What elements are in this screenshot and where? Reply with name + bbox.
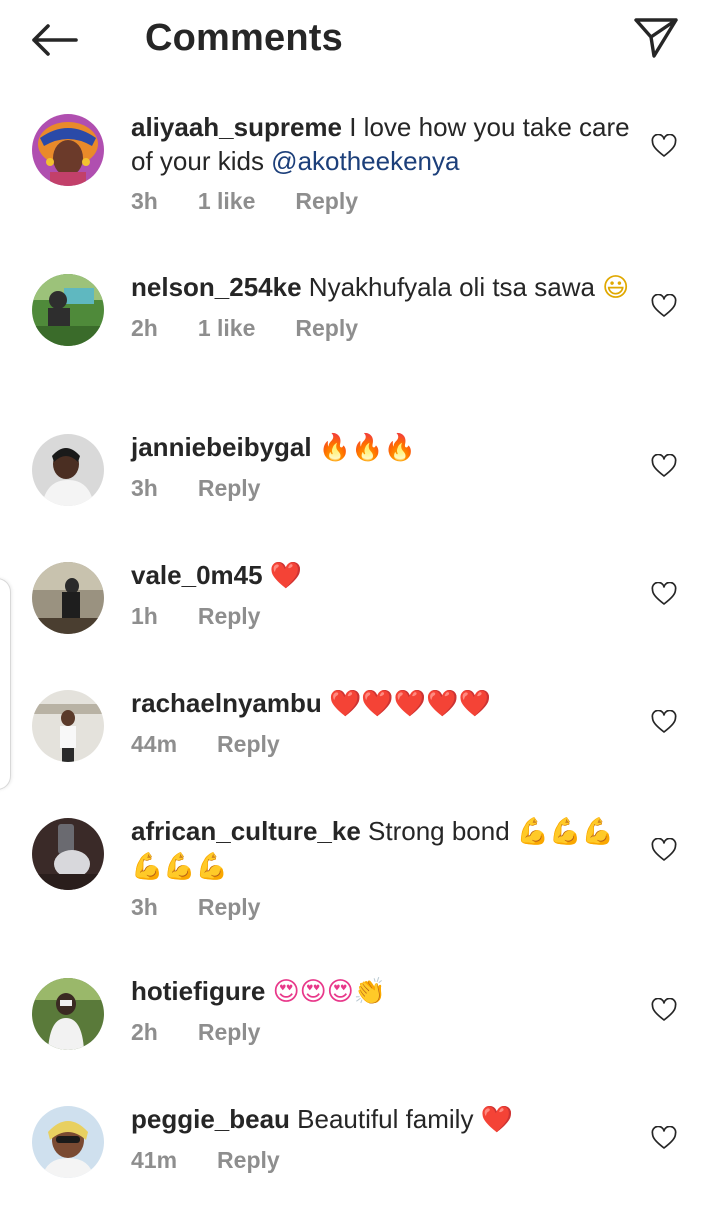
comment-meta: 2h 1 like Reply — [131, 313, 631, 343]
comment-time: 3h — [131, 894, 158, 920]
comment-meta: 1h Reply — [131, 601, 631, 631]
comment-meta: 41m Reply — [131, 1145, 631, 1175]
comment-time: 2h — [131, 1019, 158, 1045]
comment-text: african_culture_ke Strong bond 💪💪💪💪💪💪 — [131, 814, 631, 884]
like-comment-button[interactable] — [648, 290, 680, 322]
avatar[interactable] — [32, 1106, 104, 1178]
comment-mention[interactable]: @akotheekenya — [271, 146, 459, 176]
comment-emoji: 😍😍😍👏 — [272, 977, 387, 1007]
comment-time: 3h — [131, 475, 158, 501]
like-comment-button[interactable] — [648, 450, 680, 482]
comment-body: Beautiful family — [289, 1104, 481, 1134]
header-bar: Comments — [0, 0, 720, 78]
paper-plane-icon — [634, 18, 678, 58]
comment-likes[interactable]: 1 like — [198, 313, 256, 343]
like-comment-button[interactable] — [648, 578, 680, 610]
comment-emoji: 😃 — [602, 273, 630, 303]
comment-meta: 3h Reply — [131, 473, 631, 503]
heart-outline-icon — [651, 838, 677, 861]
comment-body — [322, 688, 329, 718]
heart-outline-icon — [651, 998, 677, 1021]
heart-outline-icon — [651, 1126, 677, 1149]
comment-emoji: ❤️❤️❤️❤️❤️ — [328, 689, 491, 719]
avatar[interactable] — [32, 434, 104, 506]
heart-outline-icon — [651, 134, 677, 157]
comment-username[interactable]: aliyaah_supreme — [131, 112, 342, 142]
comment-time: 1h — [131, 603, 158, 629]
comment-emoji: ❤️ — [480, 1105, 514, 1135]
comment-text: vale_0m45 ❤️ — [131, 558, 631, 593]
reply-button[interactable]: Reply — [295, 313, 358, 343]
avatar[interactable] — [32, 114, 104, 186]
comment-username[interactable]: african_culture_ke — [131, 816, 361, 846]
comment-time: 41m — [131, 1147, 178, 1173]
comment-body — [312, 432, 319, 462]
like-comment-button[interactable] — [648, 1122, 680, 1154]
comment-text: aliyaah_supreme I love how you take care… — [131, 110, 631, 178]
like-comment-button[interactable] — [648, 834, 680, 866]
comment-time: 2h — [131, 315, 158, 341]
reply-button[interactable]: Reply — [198, 892, 261, 922]
comment-username[interactable]: vale_0m45 — [131, 560, 263, 590]
avatar[interactable] — [32, 690, 104, 762]
reply-button[interactable]: Reply — [295, 186, 358, 216]
comment-time: 44m — [131, 731, 178, 757]
comment-text: rachaelnyambu ❤️❤️❤️❤️❤️ — [131, 686, 631, 721]
reply-button[interactable]: Reply — [217, 729, 280, 759]
comment-time: 3h — [131, 188, 158, 214]
comment-body — [265, 976, 272, 1006]
comment-text: peggie_beau Beautiful family ❤️ — [131, 1102, 631, 1137]
heart-outline-icon — [651, 582, 677, 605]
avatar[interactable] — [32, 274, 104, 346]
share-button[interactable] — [628, 10, 684, 66]
heart-outline-icon — [651, 294, 677, 317]
heart-outline-icon — [651, 710, 677, 733]
like-comment-button[interactable] — [648, 130, 680, 162]
reply-button[interactable]: Reply — [198, 473, 261, 503]
comment-text: janniebeibygal 🔥🔥🔥 — [131, 430, 631, 465]
edge-panel-handle[interactable] — [0, 578, 11, 790]
comment-username[interactable]: janniebeibygal — [131, 432, 312, 462]
comment-emoji: ❤️ — [269, 561, 303, 591]
comment-body: Strong bond — [360, 816, 517, 846]
comment-username[interactable]: peggie_beau — [131, 1104, 290, 1134]
comment-likes[interactable]: 1 like — [198, 186, 256, 216]
comment-emoji: 🔥🔥🔥 — [318, 433, 416, 463]
reply-button[interactable]: Reply — [198, 601, 261, 631]
comment-body — [263, 560, 270, 590]
page-title: Comments — [145, 17, 343, 59]
like-comment-button[interactable] — [648, 994, 680, 1026]
comment-meta: 2h Reply — [131, 1017, 631, 1047]
comment-username[interactable]: rachaelnyambu — [131, 688, 322, 718]
reply-button[interactable]: Reply — [217, 1145, 280, 1175]
comment-meta: 3h 1 like Reply — [131, 186, 631, 216]
comment-username[interactable]: nelson_254ke — [131, 272, 302, 302]
comment-meta: 44m Reply — [131, 729, 631, 759]
avatar[interactable] — [32, 978, 104, 1050]
avatar[interactable] — [32, 818, 104, 890]
comment-text: hotiefigure 😍😍😍👏 — [131, 974, 631, 1009]
comment-body: Nyakhufyala oli tsa sawa — [301, 272, 603, 302]
like-comment-button[interactable] — [648, 706, 680, 738]
reply-button[interactable]: Reply — [198, 1017, 261, 1047]
avatar[interactable] — [32, 562, 104, 634]
comment-text: nelson_254ke Nyakhufyala oli tsa sawa 😃 — [131, 270, 631, 305]
comment-meta: 3h Reply — [131, 892, 631, 922]
comment-username[interactable]: hotiefigure — [131, 976, 265, 1006]
heart-outline-icon — [651, 454, 677, 477]
arrow-left-icon — [32, 24, 78, 56]
back-button[interactable] — [22, 16, 86, 64]
